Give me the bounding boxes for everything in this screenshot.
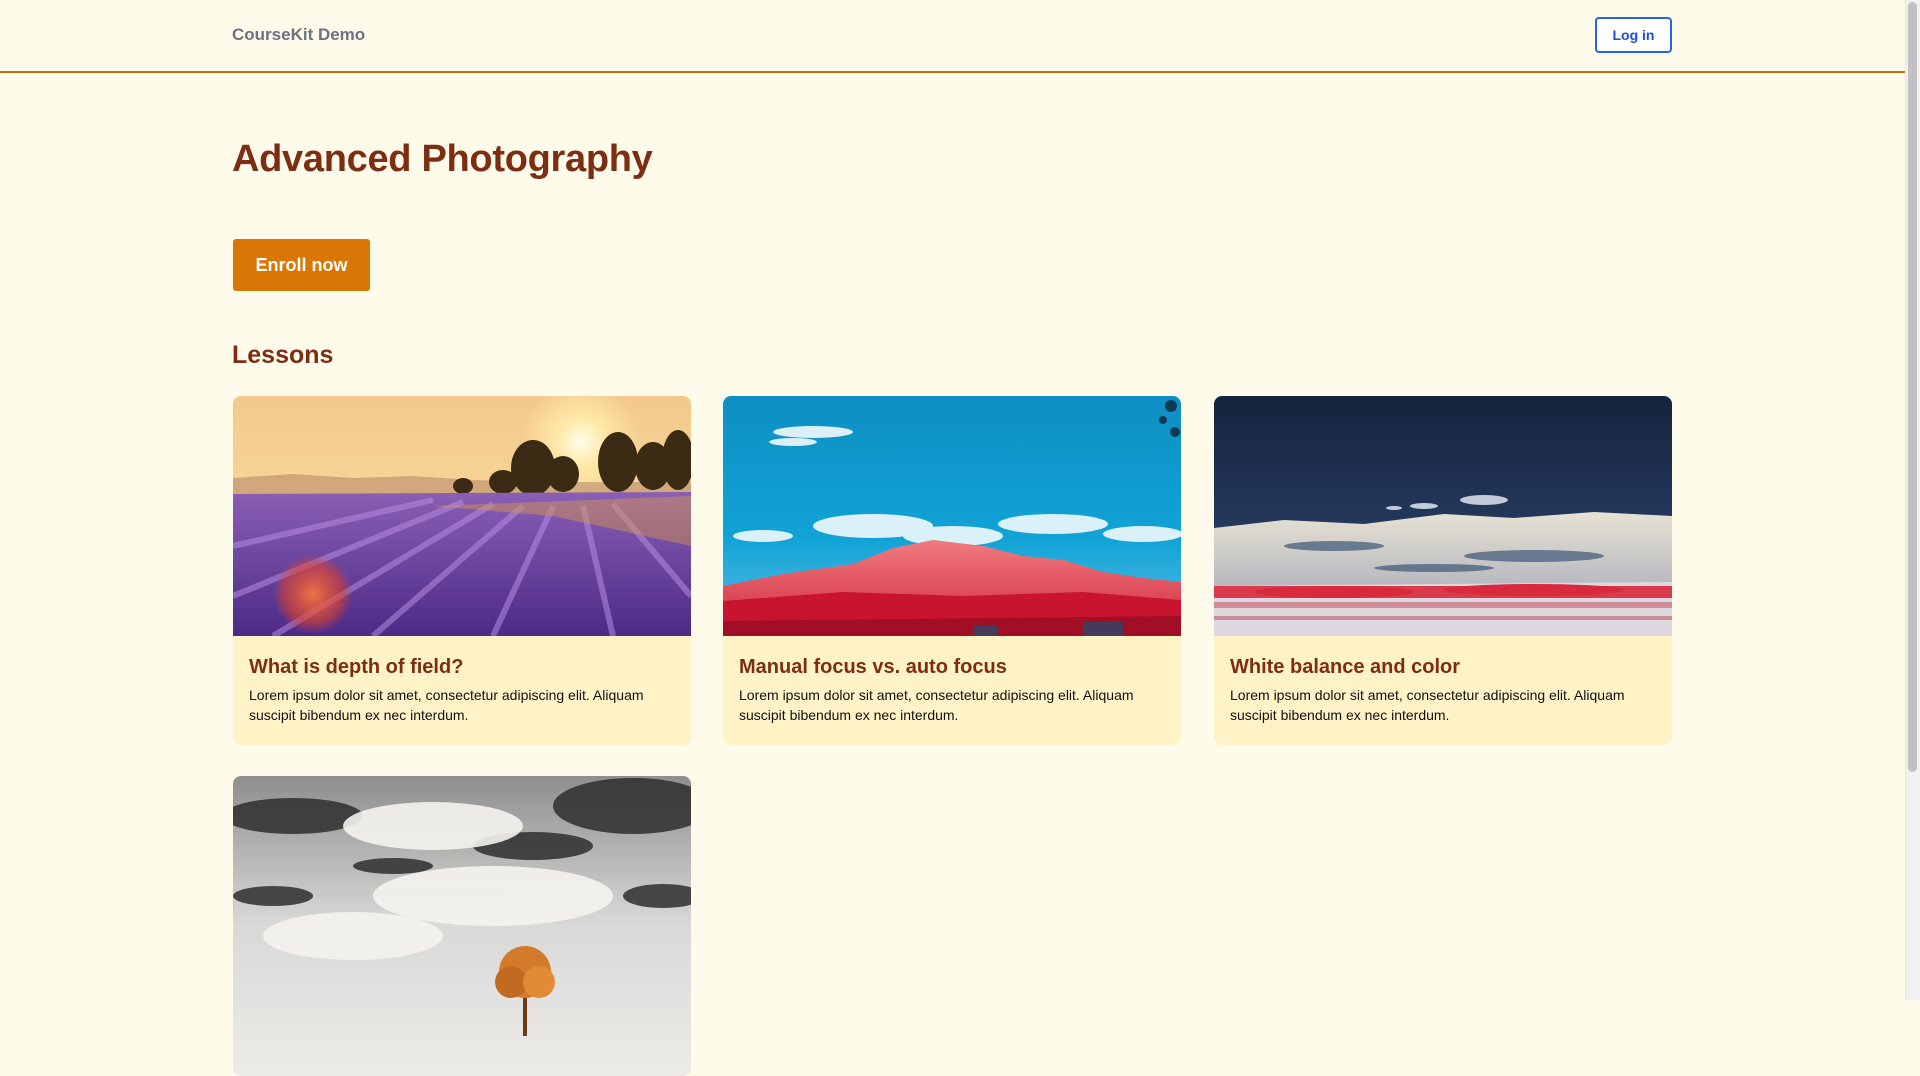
enroll-button[interactable]: Enroll now [233, 239, 370, 291]
lesson-image-red-mountain [723, 396, 1181, 636]
lesson-description: Lorem ipsum dolor sit amet, consectetur … [249, 687, 644, 723]
lesson-title[interactable]: White balance and color [1230, 656, 1656, 679]
lesson-image-lavender-field [233, 396, 691, 636]
scrollbar-thumb[interactable] [1908, 2, 1917, 772]
lessons-heading: Lessons [232, 341, 334, 369]
login-button[interactable]: Log in [1595, 17, 1672, 53]
lesson-card[interactable]: Manual focus vs. auto focus Lorem ipsum … [723, 396, 1181, 745]
brand-name[interactable]: CourseKit Demo [232, 25, 365, 45]
lesson-title[interactable]: Manual focus vs. auto focus [739, 656, 1165, 679]
page-title: Advanced Photography [232, 138, 653, 180]
lesson-image-lone-tree [233, 776, 691, 1076]
lesson-card[interactable] [233, 776, 691, 1076]
lesson-title[interactable]: What is depth of field? [249, 656, 675, 679]
lesson-card[interactable]: White balance and color Lorem ipsum dolo… [1214, 396, 1672, 745]
lesson-description: Lorem ipsum dolor sit amet, consectetur … [1230, 687, 1625, 723]
lesson-card[interactable]: What is depth of field? Lorem ipsum dolo… [233, 396, 691, 745]
lesson-image-clouds-red-meadow [1214, 396, 1672, 636]
top-navigation-bar: CourseKit Demo Log in [0, 0, 1905, 73]
lesson-description: Lorem ipsum dolor sit amet, consectetur … [739, 687, 1134, 723]
